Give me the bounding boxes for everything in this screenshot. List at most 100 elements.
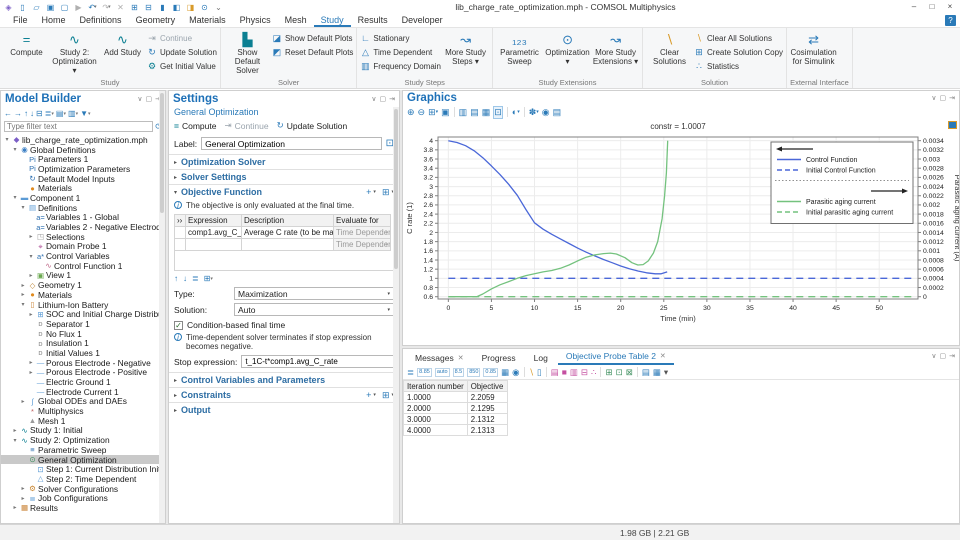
notation-885-icon[interactable]: 8.85 (417, 367, 432, 377)
help-icon[interactable]: ? (945, 15, 956, 26)
tree-item-electrode-current-1[interactable]: — Electrode Current 1 (1, 387, 165, 397)
collapse-arrow-icon[interactable]: ▾ (19, 204, 27, 211)
expand-arrow-icon[interactable]: ▸ (27, 311, 35, 318)
tree-item-global-odes-and-daes[interactable]: ▸ ∫ Global ODEs and DAEs (1, 396, 165, 406)
customize-toolbar-icon[interactable]: ⌄ (212, 1, 225, 13)
objective-menu-icon[interactable]: ⊞ (382, 187, 390, 198)
collapse-all-icon[interactable]: ⊟ (36, 109, 43, 118)
transparency-icon[interactable]: ◐ ▾ (512, 107, 520, 117)
tree-item-separator-1[interactable]: ᴅ Separator 1 (1, 319, 165, 329)
tree-item-multiphysics[interactable]: * Multiphysics (1, 406, 165, 416)
type-select[interactable]: Maximization ▾ (234, 287, 394, 300)
redo-icon[interactable]: ↷ ▾ (100, 1, 113, 13)
reset-default-plots-button[interactable]: ◩ Reset Default Plots (272, 46, 354, 58)
panel-close-icon[interactable]: ⇥ (949, 352, 955, 360)
tree-item-soc-and-initial-charge-distribution-1[interactable]: ▸⊞SOC and Initial Charge Distribution 1 (1, 309, 165, 319)
undo-icon[interactable]: ↶ ▾ (86, 1, 99, 13)
new-file-icon[interactable]: ▯ (16, 1, 29, 13)
model-tree-scrollbar[interactable] (159, 91, 165, 523)
zoom-extents-icon[interactable]: ▣ (441, 107, 450, 118)
panel-float-icon[interactable]: ▢ (940, 94, 947, 102)
objective-row[interactable]: comp1.avg_C_rate Average C rate (to be m… (174, 226, 391, 239)
nav-back-icon[interactable]: ← (4, 109, 12, 118)
move-up-icon[interactable]: ↑ (24, 109, 28, 118)
menu-item-study[interactable]: Study (313, 14, 351, 27)
expand-arrow-icon[interactable]: ▸ (11, 427, 19, 434)
panel-float-icon[interactable]: ▢ (146, 95, 153, 103)
panel-close-icon[interactable]: ⇥ (389, 95, 395, 103)
add-objective-icon[interactable]: + (366, 187, 371, 197)
histogram-icon[interactable]: ▥ (570, 367, 578, 378)
tree-item-definitions[interactable]: ▾ ▤ Definitions (1, 203, 165, 213)
tree-item-initial-values-1[interactable]: ᴅ Initial Values 1 (1, 348, 165, 358)
copy-icon[interactable]: ⊞ (128, 1, 141, 13)
expand-arrow-icon[interactable]: ▸ (27, 233, 35, 240)
tree-item-control-variables[interactable]: ▾ a* Control Variables (1, 251, 165, 261)
menu-item-definitions[interactable]: Definitions (73, 14, 129, 27)
close-tab-icon[interactable]: ✕ (458, 354, 464, 362)
section-output[interactable]: ▸ Output (169, 402, 399, 417)
collapse-arrow-icon[interactable]: ▾ (11, 437, 19, 444)
close-icon[interactable]: × (942, 1, 958, 13)
cosimulation-simulink-button[interactable]: ⇄ Cosimulation for Simulink (790, 29, 837, 78)
expand-arrow-icon[interactable]: ▸ (19, 398, 27, 405)
panel-menu-icon[interactable]: ∨ (931, 352, 936, 360)
copy-table-icon[interactable]: ⊞ (605, 367, 612, 378)
move-down-icon[interactable]: ↓ (30, 109, 34, 118)
tree-item-selections[interactable]: ▸ ◳ Selections (1, 232, 165, 242)
filter-rows-icon[interactable]: ⊟ (581, 367, 588, 378)
statistics-table-icon[interactable]: ∴ (591, 367, 596, 378)
export-table-icon[interactable]: ⊡ (616, 367, 623, 378)
table-window-icon[interactable]: ▦ (653, 367, 661, 378)
panel-menu-icon[interactable]: ∨ (137, 95, 142, 103)
show-default-plots-button[interactable]: ◪ Show Default Plots (272, 32, 353, 44)
tree-item-materials[interactable]: ▸ ● Materials (1, 290, 165, 300)
maximize-icon[interactable]: □ (924, 1, 940, 13)
tree-item-lib-charge-rate-optimization-mph[interactable]: ▾ ◆ lib_charge_rate_optimization.mph (1, 135, 165, 145)
tree-item-solver-configurations[interactable]: ▸ ⚙ Solver Configurations (1, 484, 165, 494)
more-study-extensions-button[interactable]: ↝ More Study Extensions ▾ (592, 29, 639, 78)
clear-table-icon[interactable]: ≣ (192, 274, 199, 283)
clear-solutions-button[interactable]: ∖ Clear Solutions (646, 29, 693, 78)
application-builder-icon[interactable]: ◨ (184, 1, 197, 13)
get-initial-value-button[interactable]: ⚙ Get Initial Value (147, 60, 217, 72)
notation-85-icon[interactable]: 8.5 (452, 367, 465, 377)
evaluate-for-select[interactable]: Time Dependent ▾ (333, 238, 391, 251)
plot-window-badge-icon[interactable] (948, 121, 957, 129)
tree-item-results[interactable]: ▸ ▦ Results (1, 503, 165, 513)
expand-arrow-icon[interactable]: ▸ (19, 485, 27, 492)
column-header-objective[interactable]: Objective (466, 380, 508, 392)
tree-item-insulation-1[interactable]: ᴅ Insulation 1 (1, 338, 165, 348)
tree-item-job-configurations[interactable]: ▸ ≣ Job Configurations (1, 493, 165, 503)
stop-expression-input[interactable] (241, 355, 394, 368)
tree-item-parametric-sweep[interactable]: ≡ Parametric Sweep (1, 445, 165, 455)
continue-button[interactable]: ⇥ Continue (147, 32, 217, 44)
open-file-icon[interactable]: ▱ (30, 1, 43, 13)
table-row[interactable]: 3.0000 2.1312 (403, 413, 508, 425)
sort-order-icon[interactable]: ▤ ▾ (56, 109, 66, 118)
menu-item-physics[interactable]: Physics (233, 14, 278, 27)
panel-menu-icon[interactable]: ∨ (931, 94, 936, 102)
locale-icon[interactable]: ◉ (512, 367, 519, 378)
search-icon[interactable]: ⊙ (198, 1, 211, 13)
tree-item-parameters-1[interactable]: Pi Parameters 1 (1, 154, 165, 164)
minimize-icon[interactable]: – (906, 1, 922, 13)
model-tree-nodes-icon[interactable]: ≣ ▾ (45, 109, 54, 118)
notation-auto-icon[interactable]: auto (434, 367, 450, 377)
table-display-icon[interactable]: ▦ (501, 367, 509, 378)
cut-icon[interactable]: ✕ (114, 1, 127, 13)
tree-item-step-2-time-dependent[interactable]: △ Step 2: Time Dependent (1, 474, 165, 484)
collapse-arrow-icon[interactable]: ▾ (3, 136, 11, 143)
menu-item-geometry[interactable]: Geometry (129, 14, 183, 27)
probe-icon[interactable]: ▯ (537, 367, 542, 378)
panel-float-icon[interactable]: ▢ (940, 352, 947, 360)
scene-settings-icon[interactable]: ✽ ▾ (529, 107, 539, 118)
expand-arrow-icon[interactable]: ▸ (19, 291, 27, 298)
save-file-icon[interactable]: ▣ (44, 1, 57, 13)
menu-item-mesh[interactable]: Mesh (278, 14, 314, 27)
table-surface-icon[interactable]: ■ (562, 367, 567, 377)
zoom-out-icon[interactable]: ⊖ (418, 107, 426, 118)
filter-icon[interactable]: ▼ ▾ (80, 109, 90, 118)
node-columns-icon[interactable]: ▥ ▾ (68, 109, 78, 118)
panel-menu-icon[interactable]: ∨ (371, 95, 376, 103)
